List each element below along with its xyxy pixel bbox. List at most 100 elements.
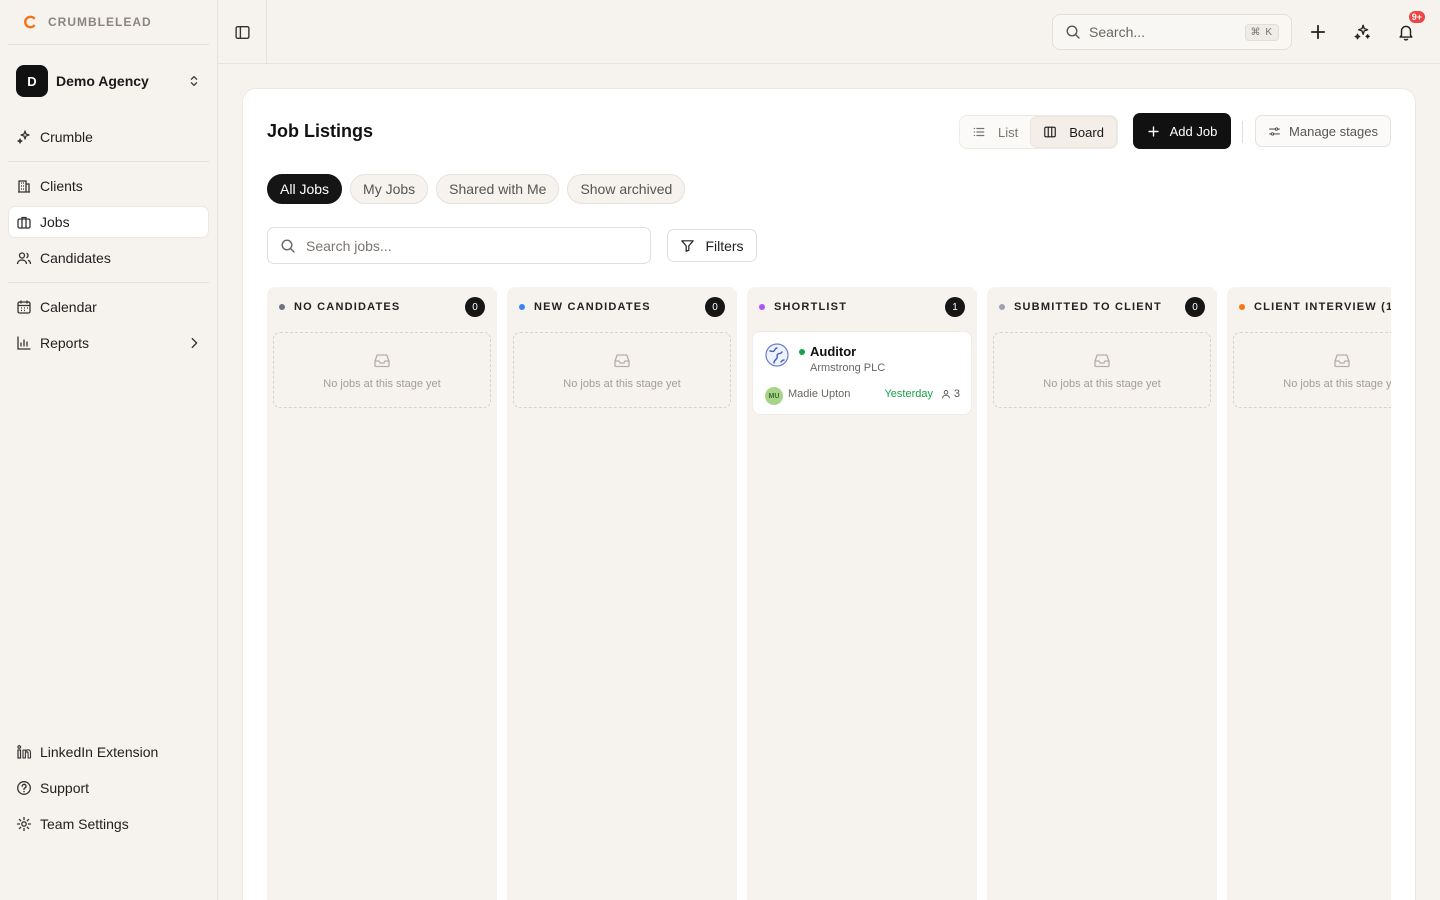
inbox-icon <box>1334 354 1350 368</box>
workspace-switcher[interactable]: D Demo Agency <box>8 60 209 102</box>
sidebar-item-label: Reports <box>40 335 90 351</box>
stage-header: NO CANDIDATES 0 <box>279 297 485 317</box>
job-title: Auditor <box>810 344 857 359</box>
job-owner: Madie Upton <box>788 388 851 400</box>
job-client: Armstrong PLC <box>810 362 886 374</box>
stage-color-dot <box>279 304 285 310</box>
building-icon <box>18 180 30 193</box>
stage-column-no-candidates: NO CANDIDATES 0 No jobs at this stage ye… <box>267 287 497 900</box>
stage-count: 0 <box>1185 297 1205 317</box>
stage-column-client-interview: CLIENT INTERVIEW (1ST No jobs at this st… <box>1227 287 1391 900</box>
empty-stage-placeholder: No jobs at this stage yet <box>993 332 1211 408</box>
add-job-button[interactable]: Add Job <box>1133 113 1231 149</box>
job-search-input[interactable] <box>306 237 638 254</box>
job-card[interactable]: Auditor Armstrong PLC MU Madie Upton Yes… <box>753 332 971 414</box>
divider <box>8 282 209 283</box>
view-board-button[interactable]: Board <box>1030 116 1117 148</box>
stage-count: 1 <box>945 297 965 317</box>
stage-column-new-candidates: NEW CANDIDATES 0 No jobs at this stage y… <box>507 287 737 900</box>
job-search <box>267 227 651 264</box>
inbox-icon <box>374 354 390 368</box>
sidebar-item-label: Clients <box>40 178 83 194</box>
job-scope-filters: All Jobs My Jobs Shared with Me Show arc… <box>267 174 686 204</box>
sidebar-item-calendar[interactable]: Calendar <box>8 291 209 323</box>
chip-show-archived[interactable]: Show archived <box>567 174 686 204</box>
view-list-button[interactable]: List <box>960 116 1030 148</box>
chip-all-jobs[interactable]: All Jobs <box>267 174 343 204</box>
stage-header: SUBMITTED TO CLIENT 0 <box>999 297 1205 317</box>
stage-column-shortlist: SHORTLIST 1 Auditor Armstrong PLC MU Mad… <box>747 287 977 900</box>
settings-sliders-icon <box>1269 126 1280 136</box>
sidebar-item-candidates[interactable]: Candidates <box>8 242 209 274</box>
sidebar-item-clients[interactable]: Clients <box>8 170 209 202</box>
workspace-name: Demo Agency <box>56 73 149 89</box>
stage-count: 0 <box>705 297 725 317</box>
sidebar-item-label: Candidates <box>40 250 111 266</box>
candidate-count-value: 3 <box>953 388 960 400</box>
bar-chart-icon <box>17 336 31 350</box>
columns-icon <box>1044 126 1057 138</box>
topbar: Search... ⌘ K 9+ <box>218 0 1440 64</box>
chip-shared-with-me[interactable]: Shared with Me <box>436 174 560 204</box>
global-search-placeholder: Search... <box>1089 24 1146 40</box>
ai-assistant-button[interactable] <box>1348 18 1376 46</box>
global-search[interactable]: Search... ⌘ K <box>1052 14 1292 50</box>
sidebar-item-support[interactable]: Support <box>8 772 209 804</box>
sidebar-item-label: Calendar <box>40 299 97 315</box>
stage-title: SUBMITTED TO CLIENT <box>1014 301 1162 313</box>
owner-avatar: MU <box>765 387 783 405</box>
brand-name: CRUMBLELEAD <box>48 15 152 29</box>
divider <box>1242 121 1243 143</box>
job-listings-panel: Job Listings List Board Add Job Manage s… <box>242 88 1416 900</box>
sidebar-item-crumble[interactable]: Crumble <box>8 121 209 153</box>
inbox-icon <box>1094 354 1110 368</box>
stage-header: NEW CANDIDATES 0 <box>519 297 725 317</box>
stage-color-dot <box>1239 304 1245 310</box>
keyboard-shortcut: ⌘ K <box>1244 23 1279 41</box>
chevrons-up-down-icon <box>190 75 198 87</box>
briefcase-icon <box>17 216 31 229</box>
notification-badge: 9+ <box>1407 10 1426 24</box>
filter-icon <box>681 240 695 252</box>
view-list-label: List <box>998 124 1019 140</box>
sidebar-item-reports[interactable]: Reports <box>8 327 209 359</box>
empty-stage-text: No jobs at this stage yet <box>563 378 681 390</box>
sparkles-icon <box>17 130 30 144</box>
sidebar-item-label: LinkedIn Extension <box>40 744 159 760</box>
calendar-icon <box>17 300 31 314</box>
sidebar-item-jobs[interactable]: Jobs <box>8 206 209 238</box>
gear-icon <box>16 816 32 832</box>
notifications-button[interactable]: 9+ <box>1392 10 1426 46</box>
stage-title: CLIENT INTERVIEW (1ST <box>1254 301 1391 313</box>
linkedin-icon <box>17 745 32 759</box>
filters-button[interactable]: Filters <box>667 229 757 262</box>
empty-stage-text: No jobs at this stage yet <box>1043 378 1161 390</box>
empty-stage-placeholder: No jobs at this stage yet <box>1233 332 1391 408</box>
manage-stages-button[interactable]: Manage stages <box>1255 115 1391 147</box>
bell-icon <box>1399 25 1413 41</box>
users-icon <box>16 252 32 265</box>
view-board-label: Board <box>1069 124 1104 140</box>
sparkles-icon <box>1354 24 1370 40</box>
stage-header: CLIENT INTERVIEW (1ST <box>1239 297 1391 317</box>
workspace-avatar: D <box>16 65 48 97</box>
user-icon <box>941 390 950 399</box>
chevron-right-icon <box>191 337 198 349</box>
divider <box>8 161 209 162</box>
job-status-dot <box>799 349 805 355</box>
brand[interactable]: CRUMBLELEAD <box>22 12 152 32</box>
help-circle-icon <box>17 781 31 795</box>
sidebar-item-label: Crumble <box>40 129 93 145</box>
chip-my-jobs[interactable]: My Jobs <box>350 174 429 204</box>
create-button[interactable] <box>1304 18 1332 46</box>
sidebar-item-team-settings[interactable]: Team Settings <box>8 808 209 840</box>
sidebar-item-label: Jobs <box>40 214 70 230</box>
sidebar-item-linkedin-extension[interactable]: LinkedIn Extension <box>8 736 209 768</box>
search-icon <box>1066 25 1080 39</box>
stage-title: NO CANDIDATES <box>294 301 401 313</box>
search-icon <box>281 238 295 253</box>
plus-icon <box>1310 24 1326 40</box>
sidebar-toggle-button[interactable] <box>218 0 267 64</box>
stage-count: 0 <box>465 297 485 317</box>
page-title: Job Listings <box>267 121 374 141</box>
